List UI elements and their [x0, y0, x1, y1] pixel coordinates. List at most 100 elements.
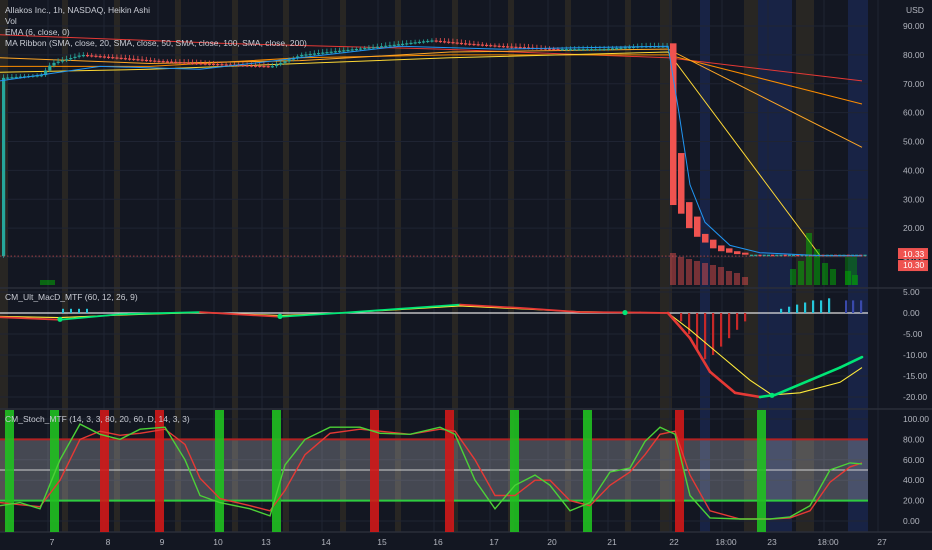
candle-body [249, 65, 253, 67]
candle-body [359, 48, 363, 50]
time-axis-label: 18:00 [817, 537, 839, 547]
macd-histogram-bar [812, 300, 815, 313]
candle-body [581, 49, 585, 51]
candle-body [90, 55, 94, 57]
stoch-axis-label: 0.00 [903, 516, 920, 526]
candle-body [468, 43, 472, 45]
candle-body [506, 46, 510, 48]
candle-body [426, 40, 430, 43]
macd-histogram-bar [804, 302, 807, 313]
candle-body [329, 51, 333, 53]
candle-body [375, 46, 379, 48]
candle-body [417, 41, 421, 44]
candle-body [2, 77, 6, 257]
stoch-legend[interactable]: CM_Stoch_MTF (14, 3, 3, 80, 20, 60, D, 1… [5, 414, 190, 424]
candle-body [48, 65, 52, 71]
candle-body [514, 46, 518, 48]
stoch-signal-marker [675, 410, 684, 532]
candle-body [455, 42, 459, 44]
candle-body [132, 58, 136, 61]
macd-histogram-bar [796, 304, 799, 313]
stoch-axis-label: 80.00 [903, 434, 925, 444]
candle-body [615, 48, 619, 50]
volume-bar [702, 263, 708, 285]
candle-body [186, 62, 190, 64]
candle-body [493, 45, 497, 47]
volume-bar [845, 257, 857, 285]
macd-legend[interactable]: CM_Ult_MacD_MTF (60, 12, 26, 9) [5, 292, 138, 302]
price-axis-label: 60.00 [903, 108, 925, 118]
volume-bar [790, 269, 796, 285]
candle-body [178, 62, 182, 64]
price-axis-label: 50.00 [903, 137, 925, 147]
candle-body [459, 42, 463, 45]
candle-body [308, 53, 312, 56]
candle-body [409, 42, 413, 45]
volume-bar [806, 233, 812, 285]
macd-cross-dot [622, 309, 628, 316]
stoch-signal-marker [100, 410, 109, 532]
macd-histogram-bar [780, 308, 783, 313]
candle-body [434, 40, 438, 42]
candle-body [476, 44, 480, 46]
candle-body [170, 61, 174, 63]
candle-body [304, 54, 308, 56]
candle-body [702, 233, 709, 243]
macd-axis-label: -5.00 [903, 329, 923, 339]
macd-histogram-bar [845, 300, 848, 313]
symbol-title[interactable]: Allakos Inc., 1h, NASDAQ, Heikin Ashi [5, 5, 307, 16]
candle-body [464, 43, 468, 45]
volume-bar [798, 261, 804, 285]
candle-body [144, 59, 148, 62]
ma-ribbon-legend[interactable]: MA Ribbon (SMA, close, 20, SMA, close, 5… [5, 38, 307, 49]
candle-body [258, 65, 262, 67]
macd-axis-label: -10.00 [903, 350, 927, 360]
candle-body [497, 45, 501, 47]
candle-body [279, 62, 283, 65]
candle-body [224, 64, 228, 66]
stoch-signal-marker [5, 410, 14, 532]
macd-histogram-bar [62, 308, 64, 313]
candle-body [371, 47, 375, 49]
price-axis-label: 40.00 [903, 165, 925, 175]
ema-legend[interactable]: EMA (6, close, 0) [5, 27, 307, 38]
volume-bar [830, 269, 836, 285]
candle-body [392, 44, 396, 46]
trading-chart[interactable]: USD 90.00 80.00 70.00 60.00 50.00 40.00 30.00 20… [0, 0, 932, 550]
candle-body [480, 44, 484, 46]
candle-body [207, 63, 211, 65]
candle-body [734, 251, 741, 255]
macd-line-segment [339, 307, 401, 314]
volume-bar [40, 280, 55, 285]
macd-cross-dot [57, 316, 63, 322]
macd-histogram-bar [680, 313, 683, 322]
macd-axis-label: 5.00 [903, 287, 920, 297]
volume-bar [718, 267, 724, 285]
candle-body [573, 49, 577, 51]
ema-line [0, 45, 863, 257]
candle-body [254, 65, 258, 67]
macd-cross-dot [277, 313, 283, 319]
time-axis-label: 22 [669, 537, 679, 547]
macd-histogram-bar [744, 313, 747, 322]
volume-bar [694, 261, 700, 285]
chart-canvas[interactable]: USD90.0080.0070.0060.0050.0040.0030.0020… [0, 0, 932, 550]
volume-bar [678, 257, 684, 285]
candle-body [6, 77, 10, 79]
candle-body [598, 49, 602, 51]
candle-body [405, 43, 409, 45]
candle-body [69, 57, 73, 60]
candle-body [140, 59, 144, 61]
candle-body [165, 61, 169, 63]
candle-body [300, 54, 304, 57]
macd-histogram-bar [852, 300, 855, 313]
candle-body [174, 61, 178, 64]
price-axis-label: 80.00 [903, 50, 925, 60]
volume-legend[interactable]: Vol [5, 16, 307, 27]
price-axis-label: 90.00 [903, 21, 925, 31]
candle-body [380, 46, 384, 48]
candle-body [585, 49, 589, 51]
candle-body [94, 55, 98, 57]
candle-body [569, 49, 573, 51]
volume-bar [742, 277, 748, 285]
